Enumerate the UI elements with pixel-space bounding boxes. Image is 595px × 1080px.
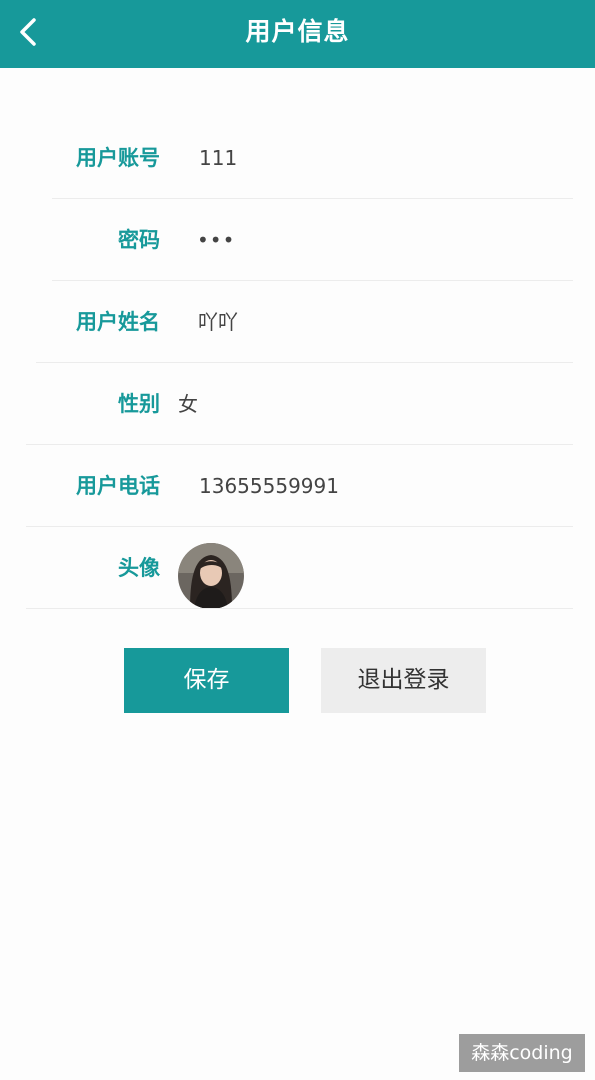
name-label: 用户姓名 [76, 310, 160, 334]
account-input[interactable]: 111 [199, 117, 237, 199]
avatar[interactable] [178, 543, 244, 609]
account-label: 用户账号 [76, 146, 160, 170]
gender-select[interactable]: 女 [178, 363, 198, 445]
account-row: 用户账号 111 [0, 117, 595, 199]
logout-button[interactable]: 退出登录 [321, 648, 486, 713]
avatar-label: 头像 [118, 556, 160, 580]
password-row: 密码 ••• [0, 199, 595, 281]
page-title: 用户信息 [245, 17, 350, 46]
phone-row: 用户电话 13655559991 [0, 445, 595, 527]
divider [26, 608, 573, 609]
password-input[interactable]: ••• [197, 199, 235, 281]
gender-label: 性别 [118, 392, 160, 416]
avatar-image [178, 543, 244, 609]
name-input[interactable]: 吖吖 [198, 281, 238, 363]
watermark: 森森coding [459, 1034, 585, 1072]
app-header: 用户信息 [0, 0, 595, 68]
gender-row: 性别 女 [0, 363, 595, 445]
phone-label: 用户电话 [76, 474, 160, 498]
password-label: 密码 [118, 228, 160, 252]
phone-input[interactable]: 13655559991 [199, 445, 339, 527]
save-button[interactable]: 保存 [124, 648, 289, 713]
avatar-row: 头像 [0, 527, 595, 609]
name-row: 用户姓名 吖吖 [0, 281, 595, 363]
